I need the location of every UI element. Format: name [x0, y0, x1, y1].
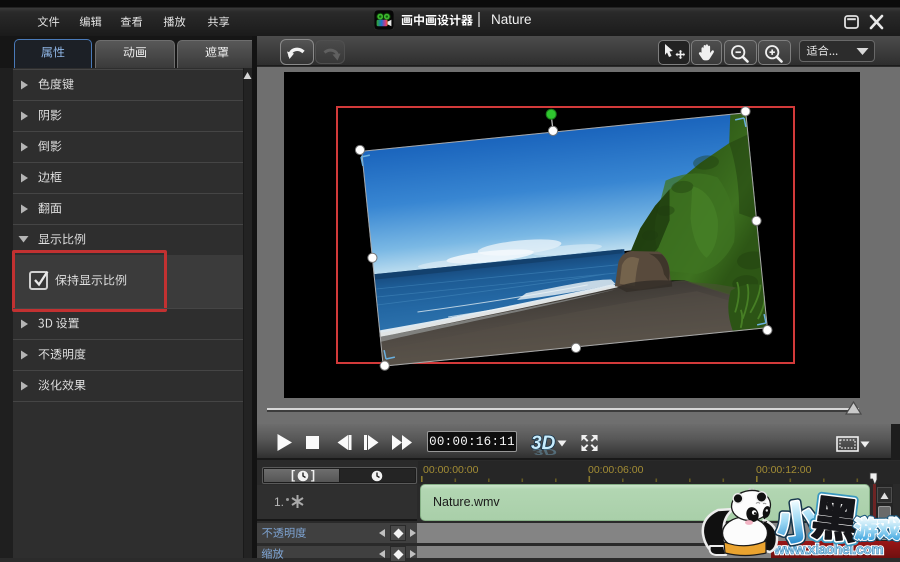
svg-text:3D: 3D — [533, 447, 558, 456]
